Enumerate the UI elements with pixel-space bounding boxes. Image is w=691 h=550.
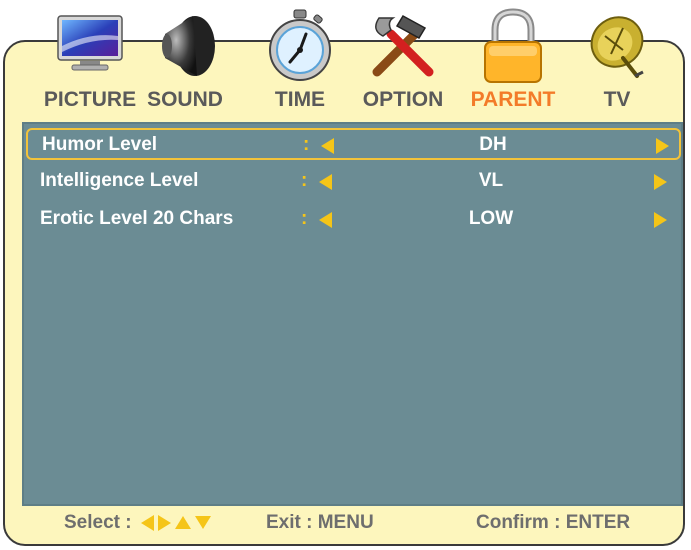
setting-value: DH — [479, 134, 507, 155]
menu-tab-bar: PICTURE SOUND TIME OPTION PARENT TV — [0, 0, 691, 120]
tab-parent[interactable]: PARENT — [458, 0, 568, 118]
tab-tv[interactable]: TV — [562, 0, 672, 118]
tools-icon — [372, 14, 434, 77]
confirm-hint: Confirm : ENTER — [476, 512, 631, 533]
tab-picture[interactable]: PICTURE — [35, 0, 145, 118]
tab-label: SOUND — [147, 88, 223, 111]
setting-value: LOW — [468, 208, 514, 229]
tab-label: OPTION — [362, 88, 444, 111]
stopwatch-icon — [269, 9, 331, 81]
arrow-right-icon[interactable] — [654, 174, 667, 190]
osd-menu: PICTURE SOUND TIME OPTION PARENT TV Humo… — [0, 0, 691, 550]
tab-label: PARENT — [470, 88, 556, 111]
tab-option[interactable]: OPTION — [348, 0, 458, 118]
arrow-right-icon[interactable] — [656, 138, 669, 154]
arrow-down-icon — [194, 516, 211, 530]
navigation-arrows-icon — [140, 512, 215, 534]
tab-time[interactable]: TIME — [245, 0, 355, 118]
arrow-up-icon — [174, 516, 191, 530]
speaker-icon — [162, 16, 215, 76]
setting-separator: : — [301, 208, 308, 229]
select-hint-label: Select : — [64, 512, 132, 534]
arrow-left-icon[interactable] — [321, 138, 334, 154]
setting-value: VL — [478, 170, 504, 191]
padlock-icon — [484, 8, 542, 83]
select-hint: Select : — [64, 512, 215, 534]
setting-separator: : — [301, 170, 308, 191]
tab-label: PICTURE — [43, 88, 137, 111]
arrow-right-icon — [157, 514, 171, 531]
arrow-left-icon — [140, 514, 154, 531]
setting-name: Humor Level — [42, 134, 158, 155]
arrow-right-icon[interactable] — [654, 212, 667, 228]
setting-separator: : — [303, 134, 310, 155]
footer-hints: Select : Exit : MENU Confirm : ENTER — [0, 510, 691, 542]
monitor-icon — [57, 15, 123, 71]
setting-name: Intelligence Level — [40, 170, 199, 191]
exit-hint: Exit : MENU — [266, 512, 374, 533]
setting-name: Erotic Level 20 Chars — [40, 208, 234, 229]
setting-row-erotic-level[interactable]: Erotic Level 20 Chars : LOW — [26, 204, 681, 236]
tab-sound[interactable]: SOUND — [130, 0, 240, 118]
arrow-left-icon[interactable] — [319, 212, 332, 228]
tab-label: TIME — [274, 88, 326, 111]
settings-panel: Humor Level : DH Intelligence Level : VL… — [22, 122, 683, 506]
satellite-dish-icon — [590, 16, 644, 78]
setting-row-intelligence-level[interactable]: Intelligence Level : VL — [26, 166, 681, 198]
arrow-left-icon[interactable] — [319, 174, 332, 190]
tab-label: TV — [603, 88, 631, 111]
setting-row-humor-level[interactable]: Humor Level : DH — [26, 128, 681, 160]
